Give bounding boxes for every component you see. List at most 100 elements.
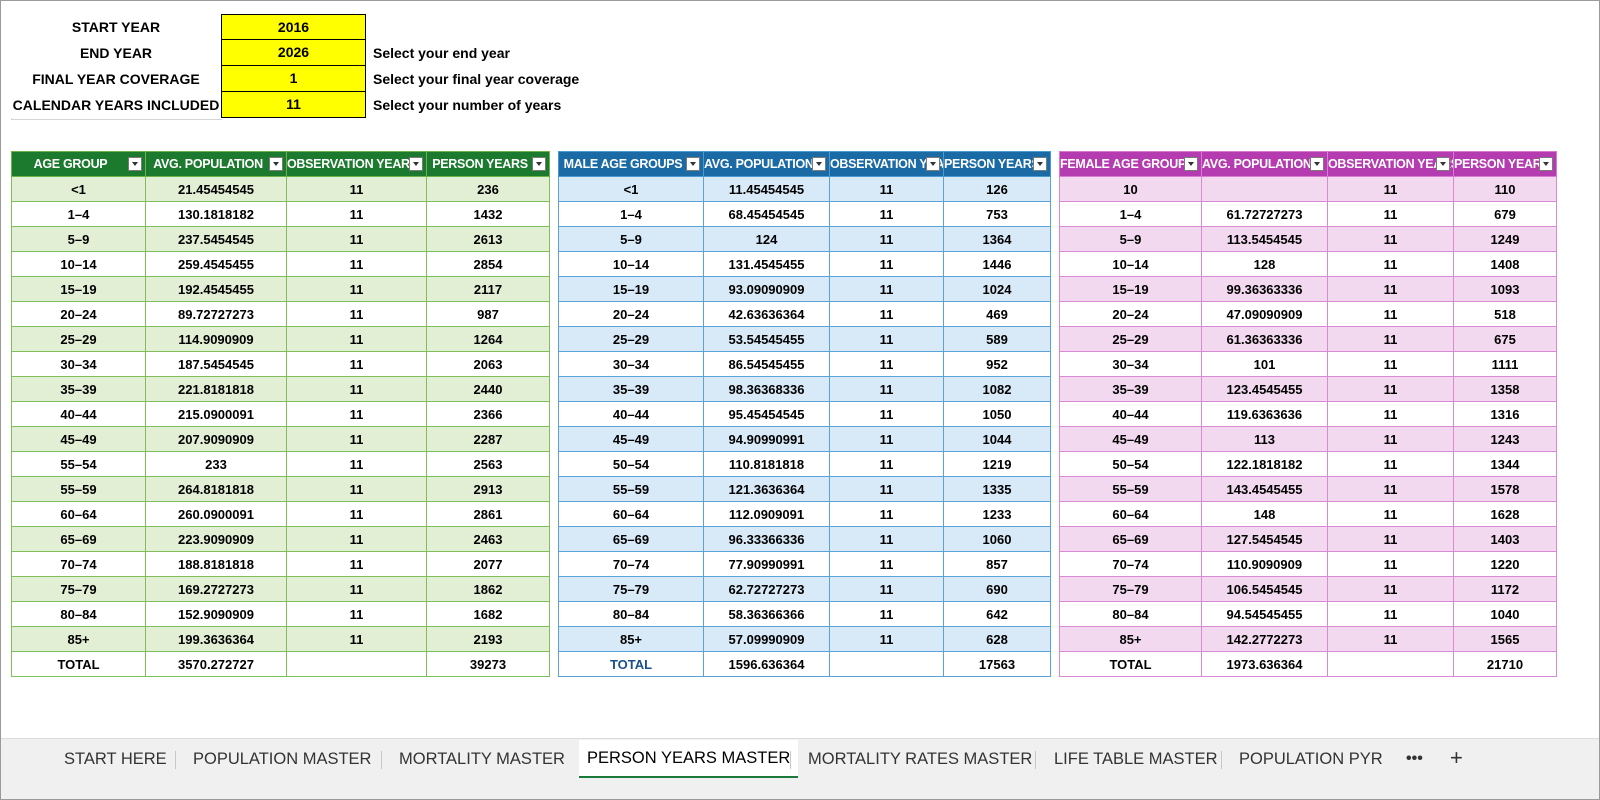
table-cell[interactable]: 11 (286, 426, 427, 452)
total-cell[interactable]: 39273 (426, 651, 550, 677)
table-cell[interactable]: 199.3636364 (145, 626, 287, 652)
table-cell[interactable]: 70–74 (11, 551, 146, 577)
table-cell[interactable]: 11 (286, 476, 427, 502)
total-cell[interactable]: TOTAL (1059, 651, 1202, 677)
table-cell[interactable]: 11 (1327, 526, 1454, 552)
table-cell[interactable]: 58.36366366 (703, 601, 830, 627)
table-cell[interactable]: 30–34 (558, 351, 704, 377)
table-cell[interactable]: 11 (829, 551, 944, 577)
column-header-female-age-groups[interactable]: FEMALE AGE GROUPS (1059, 151, 1202, 177)
add-sheet-icon[interactable]: + (1450, 739, 1463, 779)
table-cell[interactable]: 35–39 (1059, 376, 1202, 402)
table-cell[interactable]: 1364 (943, 226, 1051, 252)
table-cell[interactable]: 21.45454545 (145, 176, 287, 202)
table-cell[interactable]: 35–39 (11, 376, 146, 402)
table-cell[interactable]: 47.09090909 (1201, 301, 1328, 327)
table-cell[interactable]: 11.45454545 (703, 176, 830, 202)
table-cell[interactable]: 10–14 (11, 251, 146, 277)
table-cell[interactable]: 143.4545455 (1201, 476, 1328, 502)
total-cell[interactable]: TOTAL (558, 651, 704, 677)
table-cell[interactable]: 11 (1327, 376, 1454, 402)
table-cell[interactable]: 11 (1327, 426, 1454, 452)
table-cell[interactable]: 148 (1201, 501, 1328, 527)
table-cell[interactable]: 60–64 (558, 501, 704, 527)
table-cell[interactable]: 11 (829, 476, 944, 502)
table-cell[interactable]: 1682 (426, 601, 550, 627)
table-cell[interactable]: <1 (558, 176, 704, 202)
start-year-cell[interactable]: 2016 (221, 14, 366, 40)
table-cell[interactable]: 11 (829, 426, 944, 452)
table-cell[interactable]: 1243 (1453, 426, 1557, 452)
table-cell[interactable]: 753 (943, 201, 1051, 227)
table-cell[interactable]: 25–29 (1059, 326, 1202, 352)
table-cell[interactable]: 11 (286, 551, 427, 577)
table-cell[interactable]: 15–19 (11, 276, 146, 302)
table-cell[interactable]: 98.36368336 (703, 376, 830, 402)
table-cell[interactable]: 85+ (558, 626, 704, 652)
table-cell[interactable]: 40–44 (11, 401, 146, 427)
table-cell[interactable]: 80–84 (11, 601, 146, 627)
table-cell[interactable]: 75–79 (1059, 576, 1202, 602)
table-cell[interactable]: 11 (286, 326, 427, 352)
table-cell[interactable]: 11 (1327, 501, 1454, 527)
table-cell[interactable]: 1335 (943, 476, 1051, 502)
table-cell[interactable]: 589 (943, 326, 1051, 352)
sheet-tab-mortality-rates-master[interactable]: MORTALITY RATES MASTER (808, 739, 1032, 779)
table-cell[interactable]: 237.5454545 (145, 226, 287, 252)
table-cell[interactable]: 11 (1327, 326, 1454, 352)
filter-dropdown-icon[interactable] (686, 157, 700, 171)
table-cell[interactable]: <1 (11, 176, 146, 202)
column-header-age-group[interactable]: AGE GROUP (11, 151, 146, 177)
table-cell[interactable]: 11 (1327, 451, 1454, 477)
table-cell[interactable]: 5–9 (1059, 226, 1202, 252)
table-cell[interactable]: 1172 (1453, 576, 1557, 602)
table-cell[interactable]: 15–19 (1059, 276, 1202, 302)
table-cell[interactable]: 2854 (426, 251, 550, 277)
table-cell[interactable]: 20–24 (11, 301, 146, 327)
table-cell[interactable]: 11 (829, 526, 944, 552)
table-cell[interactable]: 55–59 (11, 476, 146, 502)
table-cell[interactable]: 690 (943, 576, 1051, 602)
table-cell[interactable]: 1111 (1453, 351, 1557, 377)
table-cell[interactable]: 11 (286, 601, 427, 627)
table-cell[interactable]: 1044 (943, 426, 1051, 452)
table-cell[interactable]: 11 (286, 226, 427, 252)
table-cell[interactable]: 80–84 (558, 601, 704, 627)
table-cell[interactable]: 85+ (11, 626, 146, 652)
table-cell[interactable]: 11 (286, 251, 427, 277)
total-cell[interactable]: 21710 (1453, 651, 1557, 677)
table-cell[interactable]: 15–19 (558, 276, 704, 302)
filter-dropdown-icon[interactable] (409, 157, 423, 171)
table-cell[interactable]: 188.8181818 (145, 551, 287, 577)
table-cell[interactable]: 1040 (1453, 601, 1557, 627)
table-cell[interactable]: 1344 (1453, 451, 1557, 477)
table-cell[interactable]: 11 (286, 301, 427, 327)
table-cell[interactable]: 20–24 (1059, 301, 1202, 327)
table-cell[interactable]: 11 (829, 301, 944, 327)
column-header-male-age-groups[interactable]: MALE AGE GROUPS (558, 151, 704, 177)
table-cell[interactable]: 106.5454545 (1201, 576, 1328, 602)
table-cell[interactable]: 127.5454545 (1201, 526, 1328, 552)
table-cell[interactable]: 2287 (426, 426, 550, 452)
table-cell[interactable]: 77.90990991 (703, 551, 830, 577)
table-cell[interactable]: 45–49 (558, 426, 704, 452)
table-cell[interactable]: 11 (286, 626, 427, 652)
table-cell[interactable]: 1219 (943, 451, 1051, 477)
table-cell[interactable]: 1862 (426, 576, 550, 602)
table-cell[interactable]: 110.8181818 (703, 451, 830, 477)
table-cell[interactable]: 61.36363336 (1201, 326, 1328, 352)
table-cell[interactable]: 124 (703, 226, 830, 252)
table-cell[interactable]: 11 (829, 401, 944, 427)
table-cell[interactable]: 60–64 (1059, 501, 1202, 527)
total-cell[interactable] (1327, 651, 1454, 677)
table-cell[interactable]: 1093 (1453, 276, 1557, 302)
more-sheets-icon[interactable]: ••• (1406, 739, 1423, 779)
table-cell[interactable]: 10 (1059, 176, 1202, 202)
sheet-tab-mortality-master[interactable]: MORTALITY MASTER (399, 739, 565, 779)
total-cell[interactable]: 1973.636364 (1201, 651, 1328, 677)
table-cell[interactable]: 2366 (426, 401, 550, 427)
table-cell[interactable]: 169.2727273 (145, 576, 287, 602)
table-cell[interactable]: 1220 (1453, 551, 1557, 577)
table-cell[interactable]: 1628 (1453, 501, 1557, 527)
table-cell[interactable]: 11 (829, 176, 944, 202)
